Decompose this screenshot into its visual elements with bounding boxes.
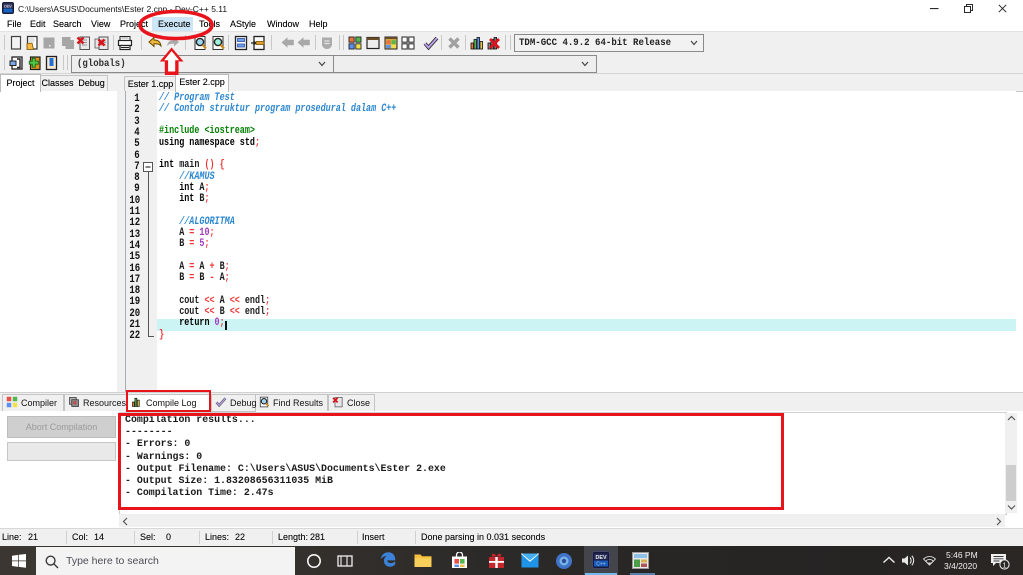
- svg-text:1: 1: [1002, 560, 1006, 569]
- svg-text:C++: C++: [596, 562, 606, 568]
- svg-text:DEV: DEV: [595, 555, 606, 561]
- svg-text:DEV: DEV: [4, 4, 12, 8]
